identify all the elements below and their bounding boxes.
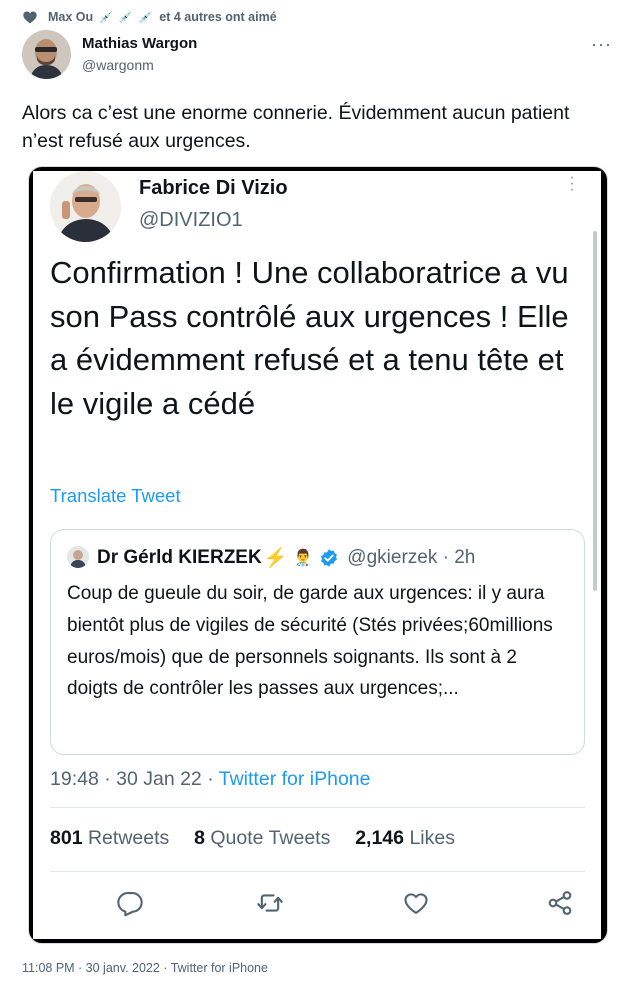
more-options-button[interactable]: ··· (591, 34, 612, 55)
tweet-actions (50, 883, 585, 923)
social-context: Max Ou 💉 💉 💉 et 4 autres ont aimé (22, 7, 277, 27)
retweets-count: 801 (50, 827, 83, 849)
doctor-emoji: 👨‍⚕️ (293, 550, 314, 567)
retweets-label: Retweets (87, 827, 170, 849)
tweet-text: Alors ca c’est une enorme connerie. Évid… (22, 102, 570, 152)
verified-badge-icon (321, 549, 338, 567)
divider (50, 807, 585, 808)
reply-icon (117, 892, 143, 917)
avatar (67, 546, 89, 568)
quoted-author-handle: @DIVIZIO1 (139, 209, 243, 231)
syringe-emoji: 💉 (99, 11, 113, 24)
screenshot-tweet: Fabrice Di Vizio @DIVIZIO1 · · · Confirmat… (33, 169, 601, 939)
quoted-tweet-header: Dr Gérld KIERZEK ⚡ 👨‍⚕️ @gkierzek · 2h (97, 546, 475, 570)
tweet-meta: 19:48 · 30 Jan 22 · Twitter for iPhone (50, 768, 371, 791)
tweet-stats: 801 Retweets 8 Quote Tweets 2,146 Likes (50, 827, 455, 850)
attached-screenshot[interactable]: Fabrice Di Vizio @DIVIZIO1 · · · Confirmat… (28, 166, 608, 944)
quoted-author-name: Fabrice Di Vizio (139, 177, 288, 199)
tweet-timestamp-footer[interactable]: 11:08 PM · 30 janv. 2022 · Twitter for i… (22, 961, 268, 975)
social-context-suffix[interactable]: et 4 autres ont aimé (159, 10, 276, 24)
tweet-source: Twitter for iPhone (218, 768, 371, 790)
quote-tweets-count: 8 (194, 827, 205, 849)
likes-count: 2,146 (355, 827, 405, 849)
share-icon (548, 891, 572, 915)
likes-label: Likes (409, 827, 455, 849)
avatar (50, 171, 121, 242)
author-name[interactable]: Mathias Wargon (82, 35, 197, 52)
author-avatar-image (22, 30, 71, 79)
quoted-tweet: Dr Gérld KIERZEK ⚡ 👨‍⚕️ @gkierzek · 2h C… (50, 529, 585, 755)
quoted-name: Dr Gérld KIERZEK (97, 547, 262, 568)
liker-name[interactable]: Max Ou (48, 10, 93, 24)
like-icon (404, 893, 428, 914)
scrollbar (593, 231, 597, 591)
syringe-emoji: 💉 (138, 11, 153, 24)
avatar[interactable] (22, 30, 71, 79)
heart-icon (23, 11, 37, 24)
vertical-more-icon: · · · (569, 169, 575, 198)
tweet-header: Mathias Wargon @wargonm ··· (22, 30, 612, 82)
author-handle[interactable]: @wargonm (82, 57, 154, 73)
quoted-avatar-image (67, 546, 89, 568)
lightning-emoji: ⚡ (263, 548, 288, 569)
quoted-author-avatar-image (50, 171, 121, 242)
quote-tweets-label: Quote Tweets (210, 827, 331, 849)
tweet-timestamp: 19:48 · 30 Jan 22 · (50, 768, 219, 790)
divider (50, 871, 585, 872)
quoted-handle-time: @gkierzek · 2h (347, 547, 476, 568)
quoted-tweet-text: Coup de gueule du soir, de garde aux urg… (67, 583, 553, 700)
syringe-emoji: 💉 (118, 11, 133, 24)
translate-tweet-link: Translate Tweet (50, 485, 181, 506)
screenshot-tweet-text: Confirmation ! Une collaboratrice a vu s… (50, 255, 569, 421)
retweet-icon (257, 894, 283, 912)
